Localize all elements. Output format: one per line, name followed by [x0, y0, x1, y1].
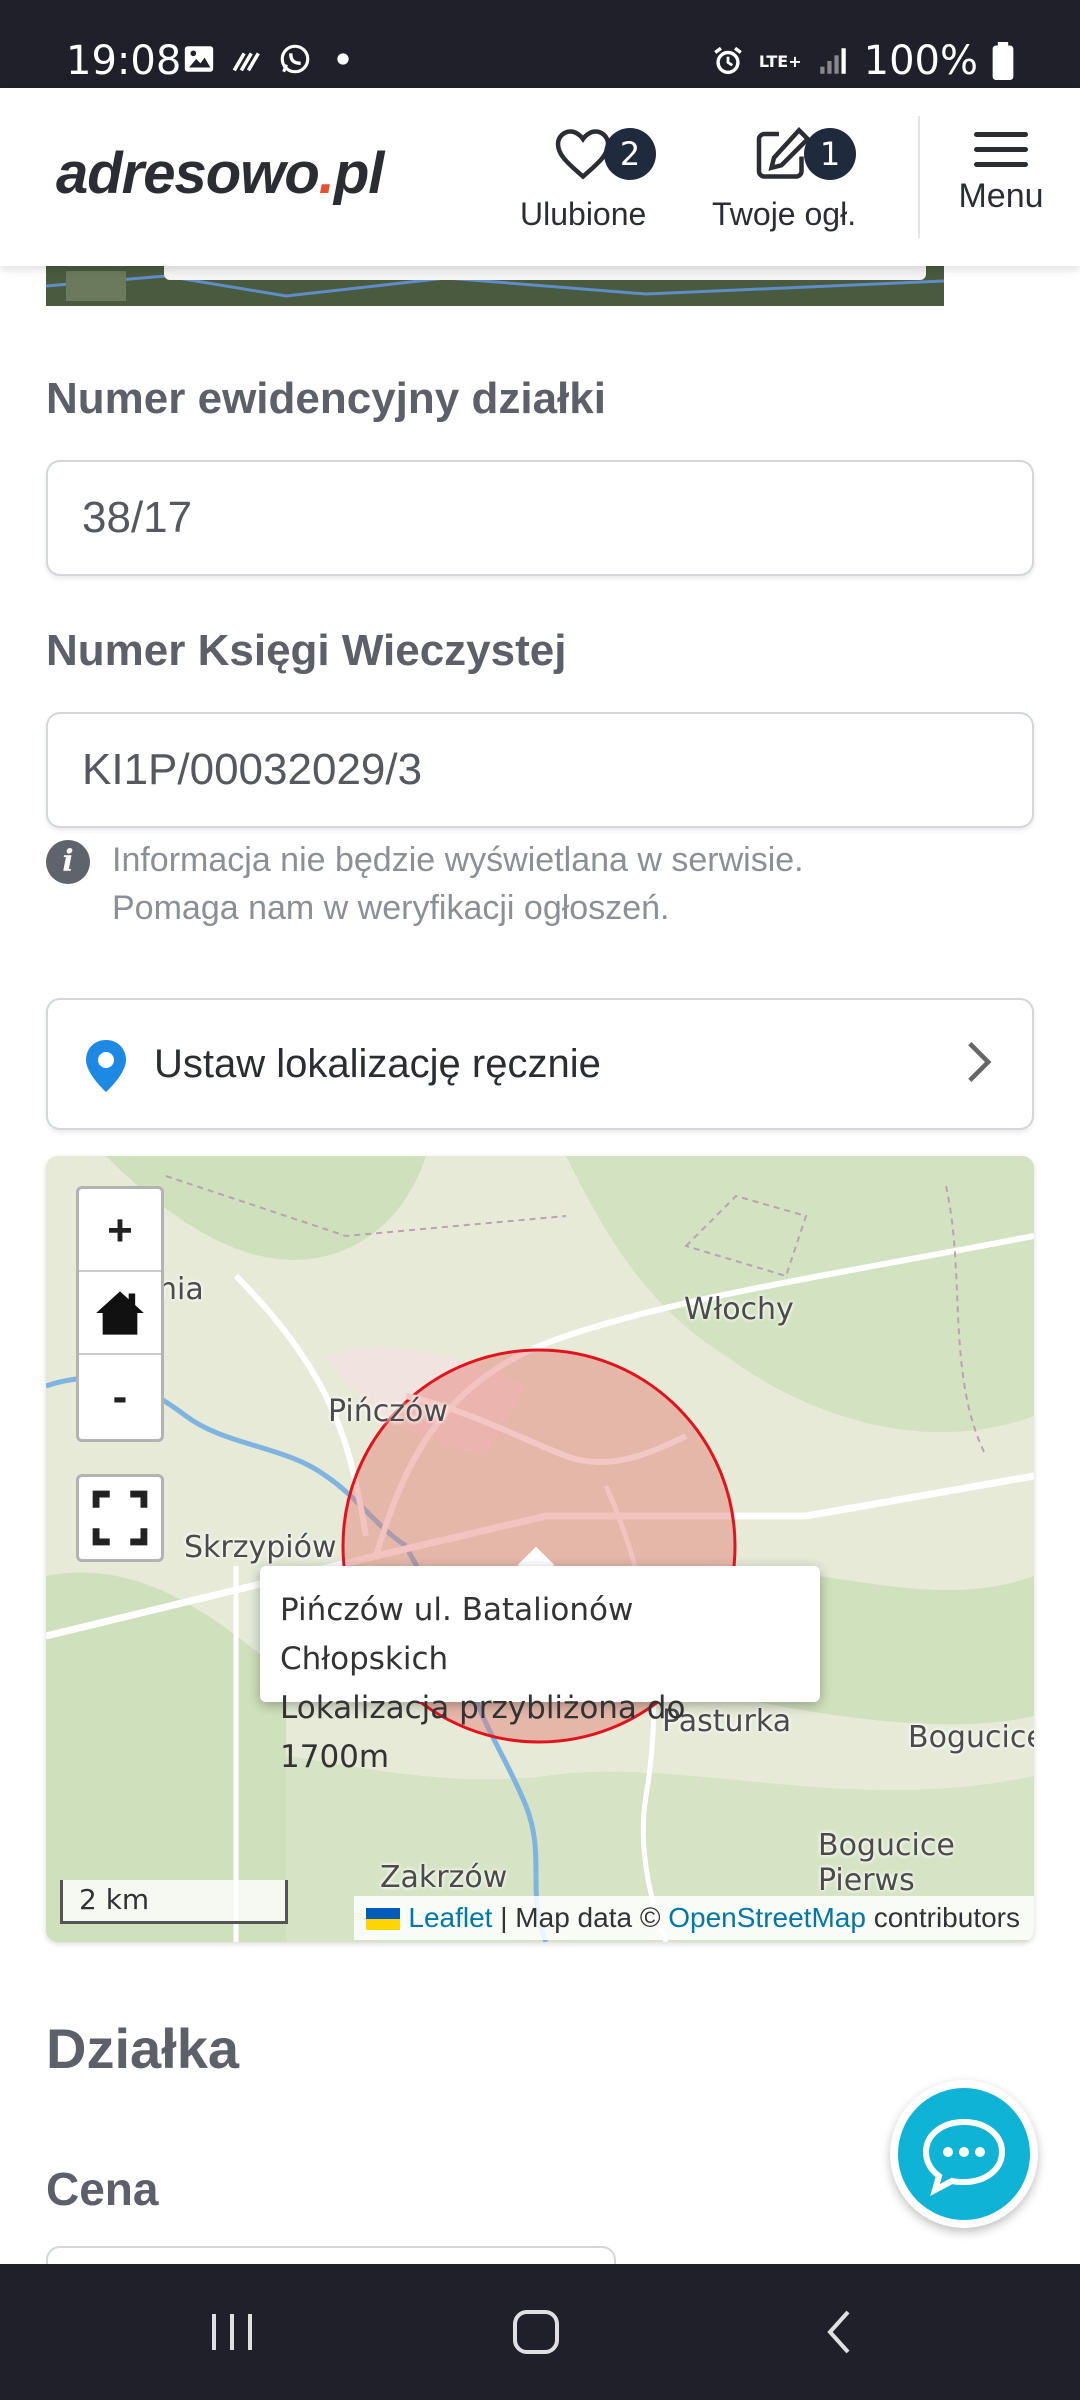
location-pin-icon	[86, 1040, 126, 1092]
menu-label: Menu	[958, 177, 1044, 215]
photo-overlay-card	[164, 266, 926, 280]
attribution-separator: | Map data ©	[500, 1902, 661, 1933]
recent-apps-icon	[212, 2314, 252, 2350]
back-icon	[827, 2310, 850, 2354]
recent-apps-button[interactable]	[152, 2264, 312, 2400]
land-register-label: Numer Księgi Wieczystej	[46, 626, 567, 675]
image-icon	[184, 46, 214, 72]
map-label-bogucice: Bogucice	[908, 1720, 1034, 1755]
status-bar: 19:08 LTE+ 100%	[0, 0, 1080, 88]
land-register-input[interactable]: KI1P/00032029/3	[46, 712, 1034, 828]
alarm-icon	[714, 46, 742, 75]
zoom-in-button[interactable]: +	[79, 1189, 161, 1272]
dot-icon	[337, 53, 349, 65]
signal-bars-icon	[819, 48, 846, 74]
popup-accuracy: Lokalizacja przybliżona do 1700m	[280, 1690, 686, 1775]
hamburger-icon	[956, 128, 1046, 167]
my-ads-label: Twoje ogł.	[712, 196, 857, 232]
set-location-button[interactable]: Ustaw lokalizację ręcznie	[46, 998, 1034, 1130]
map-label-zakrzow: Zakrzów	[380, 1860, 508, 1895]
section-title-parcel: Działka	[46, 2017, 239, 2080]
location-map[interactable]: Włochy Pińczów Skrzypiów Pasturka Boguci…	[46, 1156, 1034, 1942]
popup-address: Pińczów ul. Batalionów Chłopskich	[280, 1592, 634, 1677]
system-navigation-bar	[0, 2264, 1080, 2400]
whatsapp-icon	[280, 44, 310, 74]
map-label-pinczow: Pińczów	[328, 1394, 448, 1429]
zoom-control: + -	[76, 1186, 164, 1442]
location-popup: Pińczów ul. Batalionów Chłopskich Lokali…	[260, 1566, 820, 1775]
status-time: 19:08	[66, 38, 182, 84]
battery-icon	[992, 42, 1014, 80]
site-header: adresowo.pl 2 Ulubione 1 Twoje ogł. Menu	[0, 88, 1080, 266]
parcel-number-input[interactable]: 38/17	[46, 460, 1034, 576]
signal-wave-icon	[232, 52, 260, 72]
header-divider	[918, 116, 920, 238]
set-location-label: Ustaw lokalizację ręcznie	[154, 1042, 601, 1086]
osm-link[interactable]: OpenStreetMap	[668, 1902, 866, 1933]
my-ads-count-badge: 1	[804, 128, 856, 180]
favorites-count-badge: 2	[604, 128, 656, 180]
attribution-contributors: contributors	[873, 1902, 1020, 1933]
zoom-out-button[interactable]: -	[79, 1355, 161, 1438]
info-icon: i	[46, 840, 90, 884]
chat-button[interactable]	[890, 2080, 1038, 2228]
home-nav-button[interactable]	[456, 2264, 616, 2400]
fullscreen-button[interactable]	[76, 1474, 164, 1562]
parcel-number-label: Numer ewidencyjny działki	[46, 374, 606, 423]
lte-indicator: LTE+	[758, 51, 802, 71]
map-label-wlochy: Włochy	[684, 1292, 794, 1327]
chat-bubble-icon	[922, 2118, 1006, 2196]
favorites-button[interactable]: 2 Ulubione	[520, 126, 656, 233]
home-icon	[96, 1291, 144, 1335]
fullscreen-icon	[92, 1490, 148, 1546]
menu-button[interactable]: Menu	[956, 128, 1046, 216]
home-button[interactable]	[79, 1272, 161, 1355]
home-circle-icon	[513, 2310, 559, 2354]
site-logo[interactable]: adresowo.pl	[56, 140, 384, 207]
map-label-skrzypiow: Skrzypiów	[184, 1530, 337, 1565]
back-button[interactable]	[758, 2264, 918, 2400]
info-line-1: Informacja nie będzie wyświetlana w serw…	[112, 841, 804, 879]
map-scale: 2 km	[60, 1880, 288, 1924]
price-label: Cena	[46, 2163, 159, 2215]
ukraine-flag-icon	[366, 1908, 401, 1930]
chevron-right-icon	[968, 1042, 992, 1082]
my-ads-button[interactable]: 1 Twoje ogł.	[712, 126, 856, 233]
battery-percent: 100%	[863, 38, 978, 84]
map-label-partial: nia	[158, 1272, 204, 1307]
map-attribution: Leaflet | Map data © OpenStreetMap contr…	[354, 1896, 1034, 1940]
favorites-label: Ulubione	[520, 196, 647, 232]
info-line-2: Pomaga nam w weryfikacji ogłoszeń.	[112, 889, 670, 927]
leaflet-link[interactable]: Leaflet	[408, 1902, 492, 1933]
map-label-bogucice-pierwsze: Bogucice Pierws	[818, 1828, 955, 1898]
